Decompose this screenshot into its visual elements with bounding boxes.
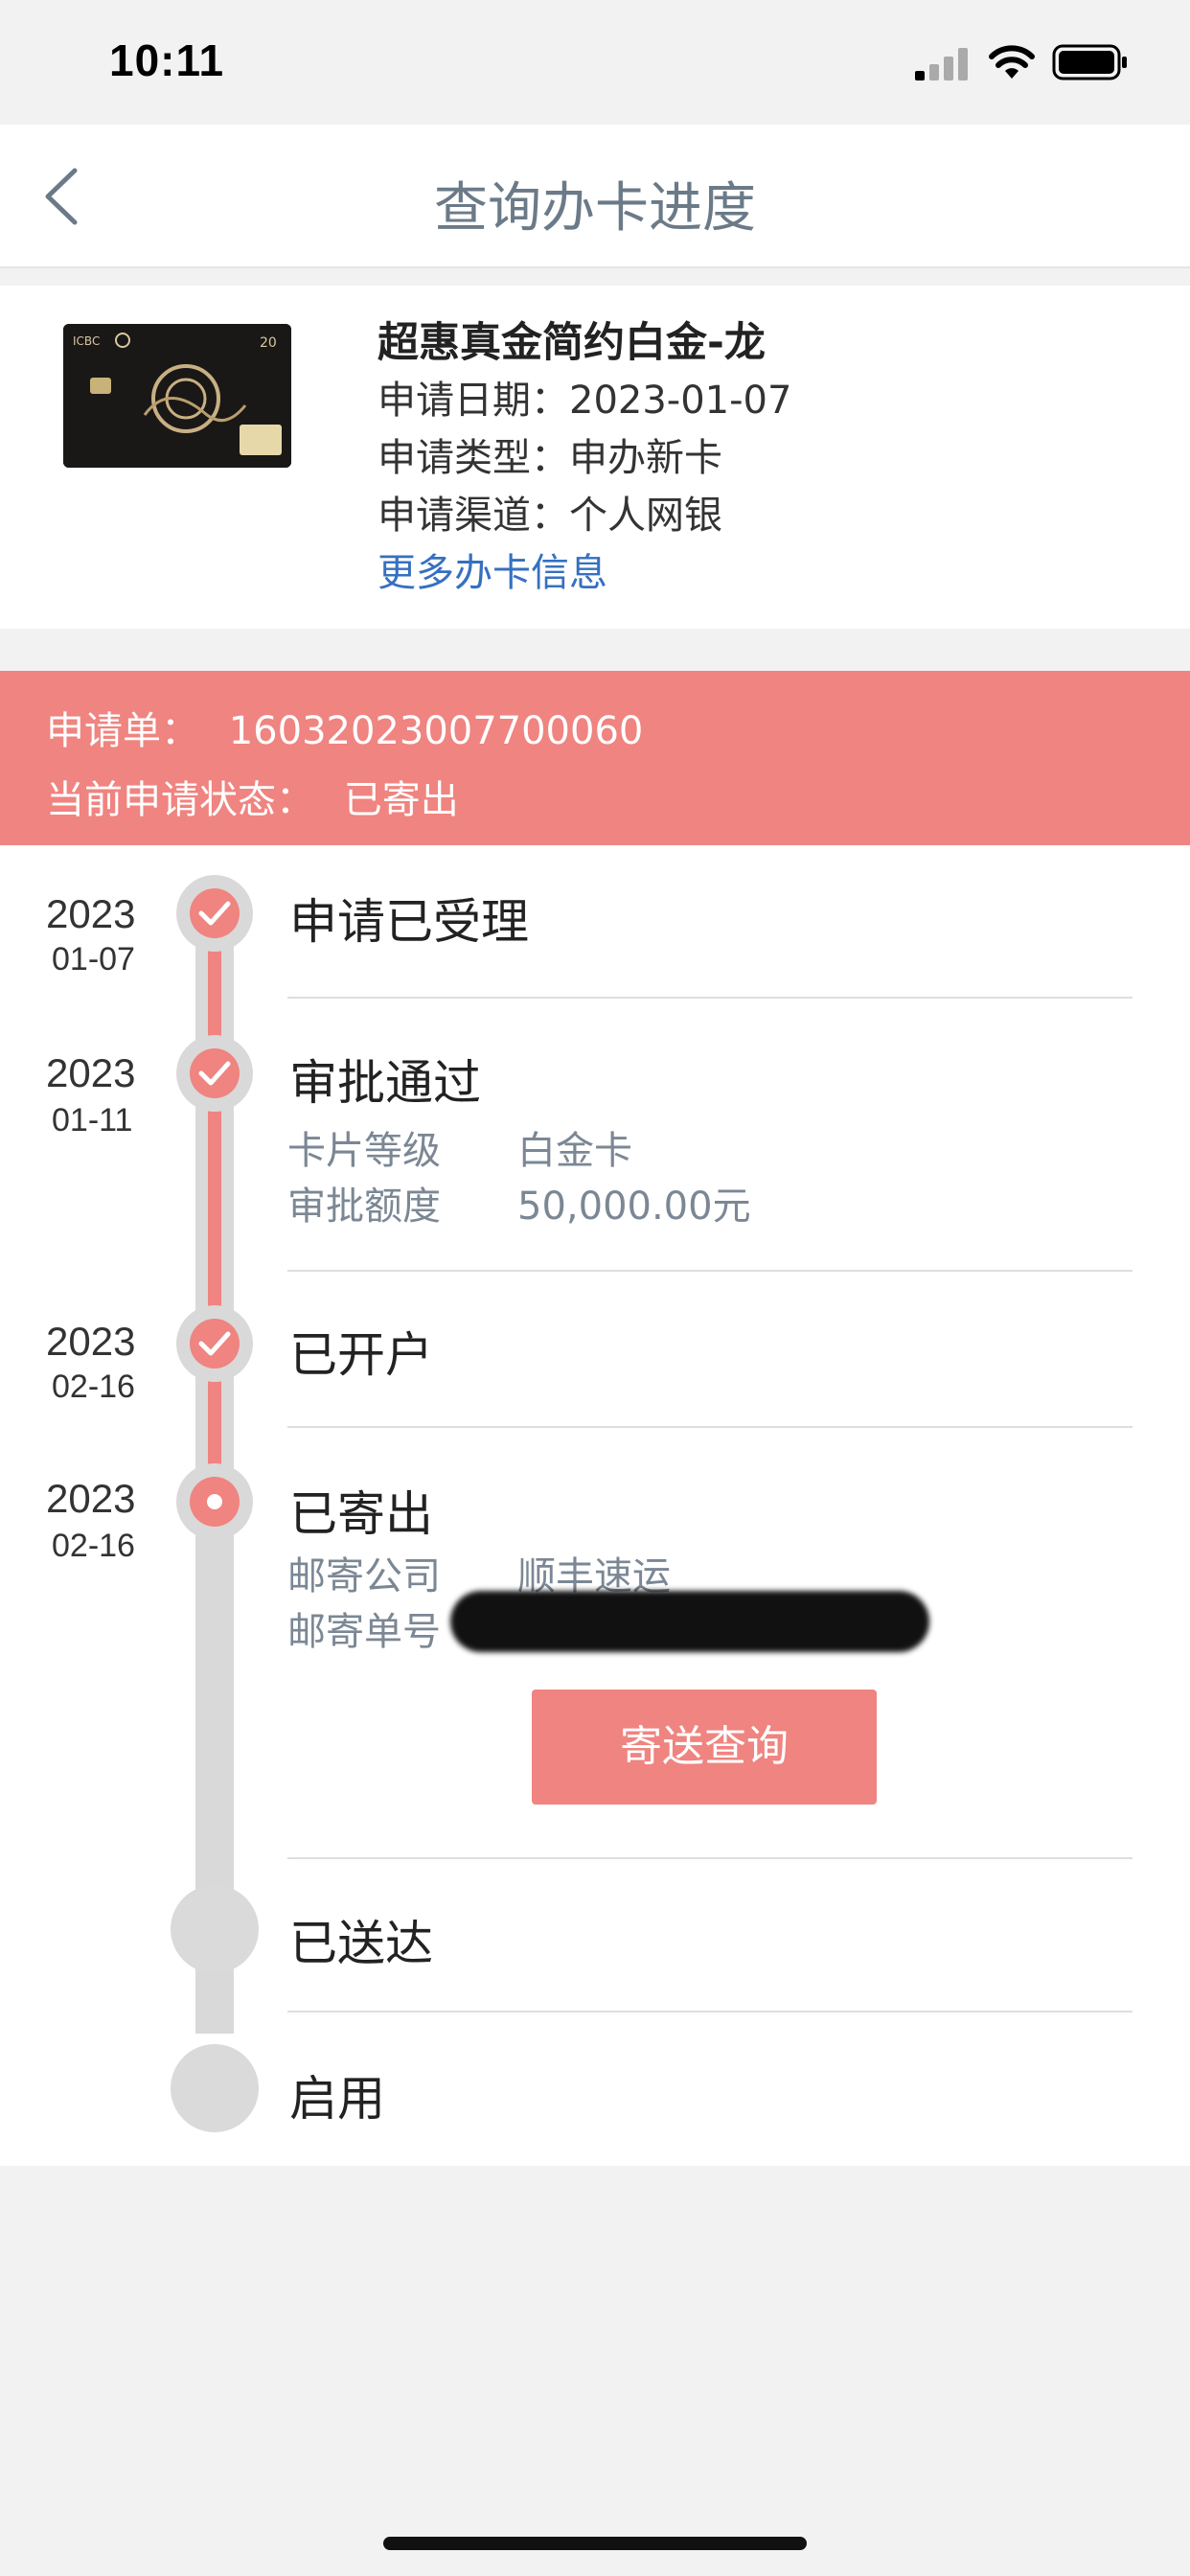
- application-status-label: 当前申请状态：: [46, 778, 314, 822]
- step-date: 02-16: [52, 1368, 135, 1405]
- step-year: 2023: [46, 1319, 136, 1364]
- step-title: 启用: [289, 2071, 385, 2127]
- check-icon: [198, 1061, 231, 1086]
- step-title: 已寄出: [289, 1486, 433, 1542]
- redaction-mark: [450, 1591, 929, 1652]
- step-title: 已送达: [289, 1916, 433, 1971]
- step-title: 申请已受理: [289, 894, 529, 950]
- detail-value: 50,000.00元: [517, 1184, 751, 1229]
- step-year: 2023: [46, 891, 136, 936]
- detail-value: 白金卡: [517, 1129, 632, 1173]
- apply-date: 申请日期：2023-01-07: [378, 379, 792, 423]
- svg-text:ICBC: ICBC: [73, 334, 100, 348]
- apply-channel: 申请渠道：个人网银: [378, 494, 722, 538]
- more-card-info-link[interactable]: 更多办卡信息: [378, 544, 791, 602]
- cellular-signal-icon: [915, 48, 968, 80]
- detail-label: 邮寄单号: [287, 1610, 441, 1654]
- step-complete-node: [176, 1305, 253, 1382]
- card-details: 超惠真金简约白金-龙 申请日期：2023-01-07 申请类型：申办新卡 申请渠…: [378, 314, 791, 602]
- track-shipment-button[interactable]: 寄送查询: [532, 1690, 877, 1805]
- timeline-progress: [208, 912, 221, 1501]
- step-pending-node: [171, 1885, 259, 1973]
- application-status: 已寄出: [343, 778, 459, 822]
- battery-icon: [1052, 44, 1127, 80]
- svg-text:20: 20: [260, 335, 277, 351]
- step-complete-node: [176, 1035, 253, 1112]
- step-date: 01-07: [52, 941, 135, 978]
- application-number-label: 申请单：: [46, 709, 199, 753]
- status-time: 10:11: [109, 35, 225, 85]
- step-title: 已开户: [289, 1327, 433, 1383]
- apply-type: 申请类型：申办新卡: [378, 436, 722, 480]
- divider: [287, 1426, 1133, 1428]
- detail-label: 审批额度: [287, 1184, 441, 1229]
- application-number: 16032023007700060: [228, 709, 644, 753]
- step-complete-node: [176, 875, 253, 952]
- card-info-section: ICBC 20 超惠真金简约白金-龙 申请日期：2023-01-07 申请类型：…: [0, 286, 1190, 629]
- divider: [287, 997, 1133, 999]
- detail-label: 邮寄公司: [287, 1554, 441, 1598]
- step-year: 2023: [46, 1050, 136, 1095]
- navigation-bar: 查询办卡进度: [0, 125, 1190, 268]
- check-icon: [198, 901, 231, 926]
- step-current-node: [176, 1463, 253, 1540]
- step-year: 2023: [46, 1476, 136, 1521]
- status-bar: 10:11: [0, 0, 1190, 125]
- divider: [287, 1857, 1133, 1859]
- page-title: 查询办卡进度: [434, 177, 756, 240]
- check-icon: [198, 1331, 231, 1356]
- step-title: 审批通过: [289, 1055, 481, 1111]
- divider: [287, 2011, 1133, 2012]
- detail-label: 卡片等级: [287, 1129, 441, 1173]
- step-date: 02-16: [52, 1528, 135, 1564]
- application-status-banner: 申请单： 16032023007700060 当前申请状态： 已寄出: [0, 671, 1190, 845]
- step-pending-node: [171, 2044, 259, 2132]
- divider: [287, 1270, 1133, 1272]
- step-date: 01-11: [52, 1102, 133, 1138]
- home-indicator[interactable]: [383, 2537, 807, 2550]
- credit-card-image: ICBC 20: [63, 324, 291, 468]
- application-number-row: 申请单： 16032023007700060: [46, 700, 643, 755]
- wifi-icon: [989, 45, 1035, 79]
- application-status-row: 当前申请状态： 已寄出: [46, 769, 459, 824]
- card-name: 超惠真金简约白金-龙: [378, 319, 766, 367]
